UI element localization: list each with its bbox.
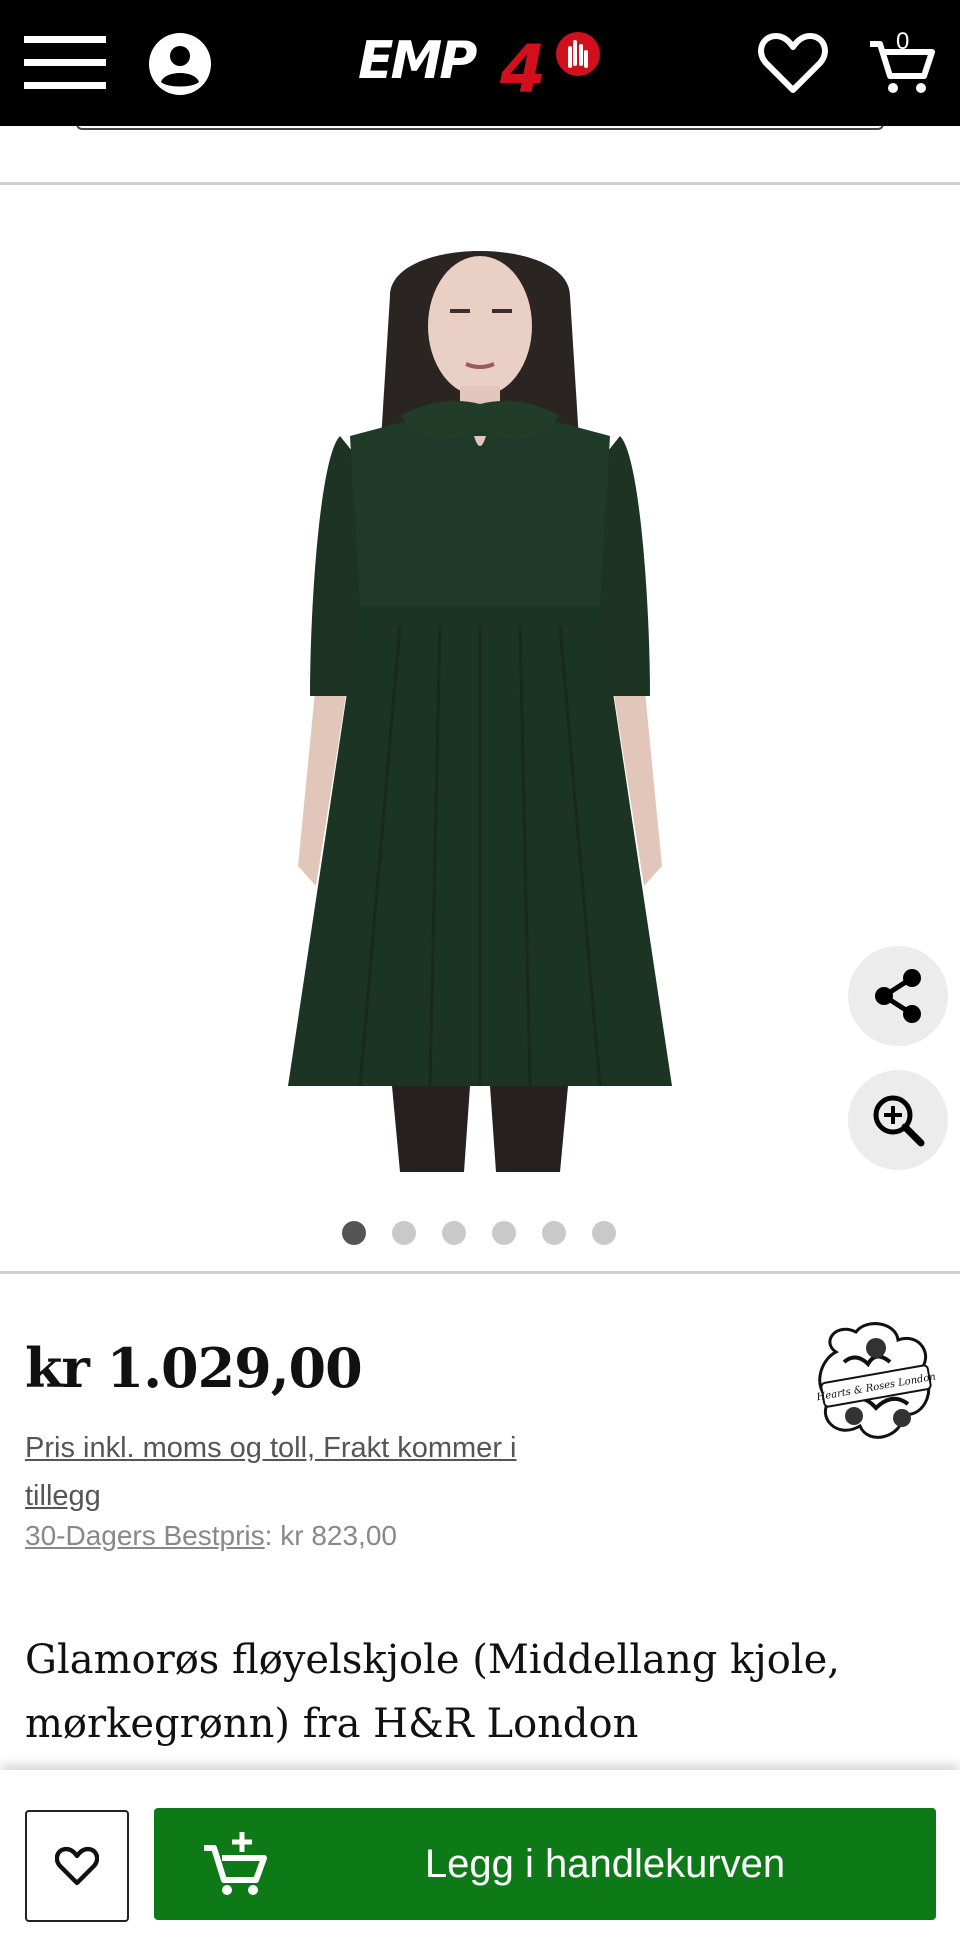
zoom-button[interactable] — [848, 1070, 948, 1170]
best-price-value: : kr 823,00 — [264, 1520, 397, 1551]
emp-logo[interactable]: EMP 4 — [356, 26, 606, 100]
divider — [0, 1271, 960, 1274]
tax-shipping-link[interactable]: Pris inkl. moms og toll, Frakt kommer i … — [25, 1424, 595, 1520]
cart-count-badge: 0 — [896, 28, 910, 55]
svg-text:EMP: EMP — [358, 31, 477, 91]
add-to-cart-button[interactable]: Legg i handlekurven — [154, 1808, 936, 1920]
best-price-link[interactable]: 30-Dagers Bestpris — [25, 1520, 265, 1551]
brand-logo[interactable]: Hearts & Roses London — [816, 1322, 936, 1446]
divider — [0, 182, 960, 185]
zoom-in-icon — [873, 1095, 925, 1147]
carousel-dot-2[interactable] — [392, 1221, 416, 1245]
carousel-dot-3[interactable] — [442, 1221, 466, 1245]
add-to-wishlist-button[interactable] — [25, 1810, 129, 1922]
product-price: kr 1.029,00 — [25, 1336, 363, 1400]
share-button[interactable] — [848, 946, 948, 1046]
product-photo[interactable] — [280, 226, 680, 1172]
sticky-purchase-bar: Legg i handlekurven — [0, 1770, 960, 1945]
carousel-dot-5[interactable] — [542, 1221, 566, 1245]
carousel-dot-1[interactable] — [342, 1221, 366, 1245]
carousel-dot-6[interactable] — [592, 1221, 616, 1245]
add-to-cart-label: Legg i handlekurven — [424, 1842, 786, 1886]
wishlist-icon — [55, 1846, 99, 1886]
svg-text:4: 4 — [499, 31, 546, 100]
menu-icon[interactable] — [24, 34, 106, 92]
wishlist-icon[interactable] — [758, 32, 828, 94]
product-image-gallery[interactable] — [0, 194, 960, 1270]
best-price-info: 30-Dagers Bestpris: kr 823,00 — [25, 1520, 397, 1552]
carousel-dot-4[interactable] — [492, 1221, 516, 1245]
top-navigation-bar: EMP 4 0 — [0, 0, 960, 126]
share-icon — [875, 969, 921, 1023]
product-title: Glamorøs fløyelskjole (Middellang kjole,… — [25, 1637, 840, 1747]
account-icon[interactable] — [148, 32, 212, 96]
